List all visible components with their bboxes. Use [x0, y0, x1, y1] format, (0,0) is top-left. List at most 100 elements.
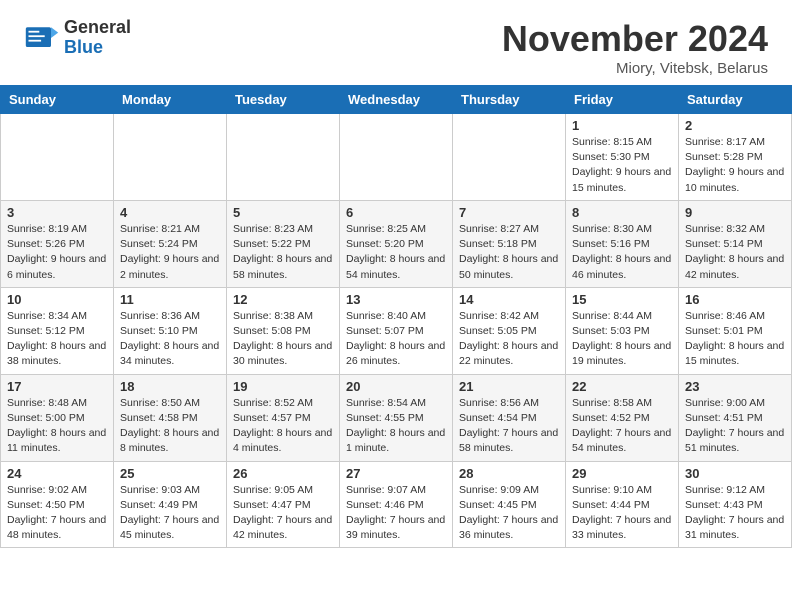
title-area: November 2024 Miory, Vitebsk, Belarus	[502, 18, 768, 77]
calendar-cell: 6 Sunrise: 8:25 AM Sunset: 5:20 PM Daylig…	[340, 200, 453, 287]
day-info: Sunrise: 8:44 AM Sunset: 5:03 PM Dayligh…	[572, 309, 672, 370]
day-number: 24	[7, 466, 107, 481]
calendar-header-row: SundayMondayTuesdayWednesdayThursdayFrid…	[1, 86, 792, 114]
calendar-cell: 18 Sunrise: 8:50 AM Sunset: 4:58 PM Dayli…	[114, 374, 227, 461]
day-number: 30	[685, 466, 785, 481]
logo-icon	[24, 20, 60, 56]
logo-general: General	[64, 18, 131, 38]
calendar-cell: 17 Sunrise: 8:48 AM Sunset: 5:00 PM Dayli…	[1, 374, 114, 461]
day-number: 18	[120, 379, 220, 394]
day-info: Sunrise: 8:15 AM Sunset: 5:30 PM Dayligh…	[572, 135, 672, 196]
day-number: 7	[459, 205, 559, 220]
day-number: 6	[346, 205, 446, 220]
day-number: 15	[572, 292, 672, 307]
calendar-row: 3Sunrise: 8:19 AM Sunset: 5:26 PM Daylig…	[1, 200, 792, 287]
calendar-table: SundayMondayTuesdayWednesdayThursdayFrid…	[0, 85, 792, 548]
calendar-cell: 16 Sunrise: 8:46 AM Sunset: 5:01 PM Dayli…	[679, 287, 792, 374]
day-info: Sunrise: 8:54 AM Sunset: 4:55 PM Dayligh…	[346, 396, 446, 457]
day-number: 20	[346, 379, 446, 394]
weekday-header-saturday: Saturday	[679, 86, 792, 114]
day-info: Sunrise: 9:00 AM Sunset: 4:51 PM Dayligh…	[685, 396, 785, 457]
weekday-header-monday: Monday	[114, 86, 227, 114]
day-info: Sunrise: 8:23 AM Sunset: 5:22 PM Dayligh…	[233, 222, 333, 283]
calendar-row: 1 Sunrise: 8:15 AM Sunset: 5:30 PM Daylig…	[1, 114, 792, 201]
page-header: General Blue November 2024 Miory, Vitebs…	[0, 0, 792, 85]
day-info: Sunrise: 8:38 AM Sunset: 5:08 PM Dayligh…	[233, 309, 333, 370]
day-number: 2	[685, 118, 785, 133]
day-number: 26	[233, 466, 333, 481]
day-info: Sunrise: 8:32 AM Sunset: 5:14 PM Dayligh…	[685, 222, 785, 283]
day-number: 10	[7, 292, 107, 307]
day-number: 19	[233, 379, 333, 394]
weekday-header-tuesday: Tuesday	[227, 86, 340, 114]
day-info: Sunrise: 8:50 AM Sunset: 4:58 PM Dayligh…	[120, 396, 220, 457]
calendar-cell: 3Sunrise: 8:19 AM Sunset: 5:26 PM Daylig…	[1, 200, 114, 287]
day-number: 8	[572, 205, 672, 220]
day-number: 11	[120, 292, 220, 307]
day-number: 23	[685, 379, 785, 394]
day-number: 27	[346, 466, 446, 481]
day-number: 25	[120, 466, 220, 481]
calendar-cell: 4 Sunrise: 8:21 AM Sunset: 5:24 PM Daylig…	[114, 200, 227, 287]
location: Miory, Vitebsk, Belarus	[502, 60, 768, 77]
day-info: Sunrise: 8:56 AM Sunset: 4:54 PM Dayligh…	[459, 396, 559, 457]
day-number: 5	[233, 205, 333, 220]
day-number: 28	[459, 466, 559, 481]
logo-blue: Blue	[64, 38, 131, 58]
day-number: 4	[120, 205, 220, 220]
calendar-cell: 25Sunrise: 9:03 AM Sunset: 4:49 PM Dayli…	[114, 461, 227, 548]
weekday-header-friday: Friday	[566, 86, 679, 114]
day-info: Sunrise: 9:12 AM Sunset: 4:43 PM Dayligh…	[685, 483, 785, 544]
day-info: Sunrise: 9:05 AM Sunset: 4:47 PM Dayligh…	[233, 483, 333, 544]
day-number: 1	[572, 118, 672, 133]
calendar-cell: 24Sunrise: 9:02 AM Sunset: 4:50 PM Dayli…	[1, 461, 114, 548]
calendar-cell: 14Sunrise: 8:42 AM Sunset: 5:05 PM Dayli…	[453, 287, 566, 374]
calendar-row: 17 Sunrise: 8:48 AM Sunset: 5:00 PM Dayli…	[1, 374, 792, 461]
calendar-cell: 15 Sunrise: 8:44 AM Sunset: 5:03 PM Dayli…	[566, 287, 679, 374]
day-info: Sunrise: 8:36 AM Sunset: 5:10 PM Dayligh…	[120, 309, 220, 370]
calendar-cell: 12 Sunrise: 8:38 AM Sunset: 5:08 PM Dayli…	[227, 287, 340, 374]
calendar-cell: 1 Sunrise: 8:15 AM Sunset: 5:30 PM Daylig…	[566, 114, 679, 201]
day-number: 22	[572, 379, 672, 394]
calendar-cell: 7Sunrise: 8:27 AM Sunset: 5:18 PM Daylig…	[453, 200, 566, 287]
calendar-cell	[453, 114, 566, 201]
day-info: Sunrise: 8:30 AM Sunset: 5:16 PM Dayligh…	[572, 222, 672, 283]
day-info: Sunrise: 8:21 AM Sunset: 5:24 PM Dayligh…	[120, 222, 220, 283]
month-title: November 2024	[502, 18, 768, 60]
day-info: Sunrise: 8:48 AM Sunset: 5:00 PM Dayligh…	[7, 396, 107, 457]
day-number: 12	[233, 292, 333, 307]
calendar-cell: 30 Sunrise: 9:12 AM Sunset: 4:43 PM Dayli…	[679, 461, 792, 548]
calendar-cell	[340, 114, 453, 201]
day-number: 29	[572, 466, 672, 481]
logo-text: General Blue	[64, 18, 131, 58]
day-info: Sunrise: 9:07 AM Sunset: 4:46 PM Dayligh…	[346, 483, 446, 544]
day-info: Sunrise: 8:25 AM Sunset: 5:20 PM Dayligh…	[346, 222, 446, 283]
calendar-cell	[1, 114, 114, 201]
day-number: 21	[459, 379, 559, 394]
calendar-cell: 8 Sunrise: 8:30 AM Sunset: 5:16 PM Daylig…	[566, 200, 679, 287]
weekday-header-sunday: Sunday	[1, 86, 114, 114]
calendar-cell: 11 Sunrise: 8:36 AM Sunset: 5:10 PM Dayli…	[114, 287, 227, 374]
day-info: Sunrise: 8:40 AM Sunset: 5:07 PM Dayligh…	[346, 309, 446, 370]
day-number: 9	[685, 205, 785, 220]
day-info: Sunrise: 9:10 AM Sunset: 4:44 PM Dayligh…	[572, 483, 672, 544]
calendar-cell	[114, 114, 227, 201]
calendar-cell: 22 Sunrise: 8:58 AM Sunset: 4:52 PM Dayli…	[566, 374, 679, 461]
day-info: Sunrise: 8:52 AM Sunset: 4:57 PM Dayligh…	[233, 396, 333, 457]
calendar-cell: 23 Sunrise: 9:00 AM Sunset: 4:51 PM Dayli…	[679, 374, 792, 461]
day-number: 3	[7, 205, 107, 220]
day-number: 16	[685, 292, 785, 307]
day-info: Sunrise: 8:17 AM Sunset: 5:28 PM Dayligh…	[685, 135, 785, 196]
calendar-cell: 10Sunrise: 8:34 AM Sunset: 5:12 PM Dayli…	[1, 287, 114, 374]
weekday-header-wednesday: Wednesday	[340, 86, 453, 114]
calendar-cell: 9 Sunrise: 8:32 AM Sunset: 5:14 PM Daylig…	[679, 200, 792, 287]
logo: General Blue	[24, 18, 131, 58]
day-number: 17	[7, 379, 107, 394]
calendar-cell: 2 Sunrise: 8:17 AM Sunset: 5:28 PM Daylig…	[679, 114, 792, 201]
day-info: Sunrise: 8:46 AM Sunset: 5:01 PM Dayligh…	[685, 309, 785, 370]
day-number: 13	[346, 292, 446, 307]
calendar-row: 24Sunrise: 9:02 AM Sunset: 4:50 PM Dayli…	[1, 461, 792, 548]
day-info: Sunrise: 9:09 AM Sunset: 4:45 PM Dayligh…	[459, 483, 559, 544]
day-info: Sunrise: 8:58 AM Sunset: 4:52 PM Dayligh…	[572, 396, 672, 457]
calendar-cell: 21 Sunrise: 8:56 AM Sunset: 4:54 PM Dayli…	[453, 374, 566, 461]
